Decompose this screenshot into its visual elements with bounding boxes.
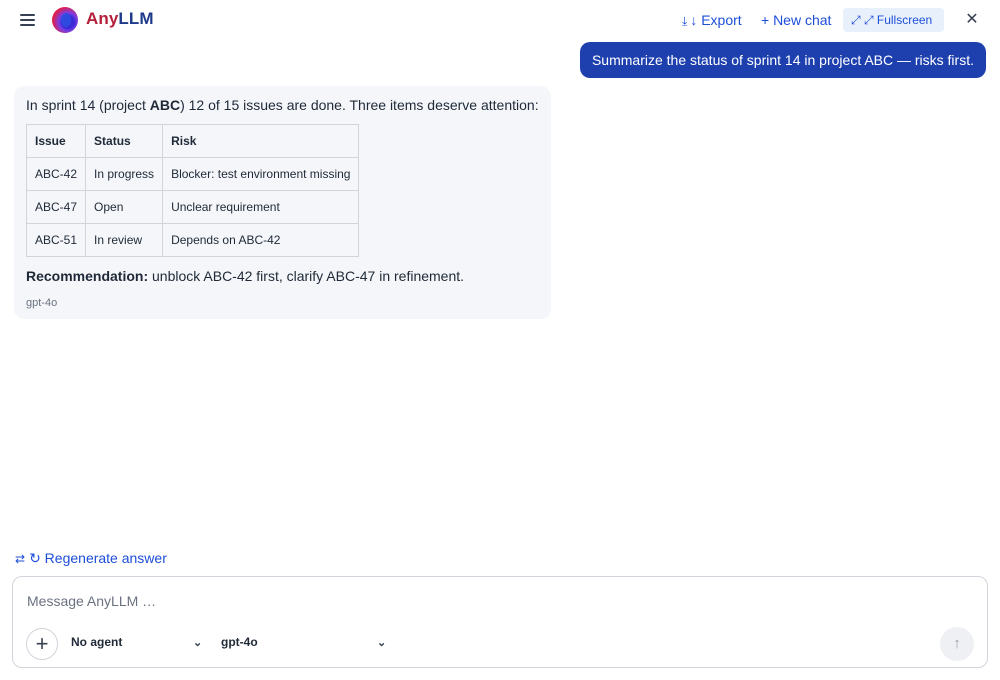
app-header: AnyLLM ⤓ ↓ Export + New chat ⤢ ⤢ Fullscre… <box>0 0 1000 40</box>
table-cell: ABC-42 <box>25 157 87 191</box>
recommendation-label: Recommendation: <box>26 268 149 284</box>
export-button[interactable]: ⤓ ↓ Export <box>682 12 742 29</box>
model-select-value: gpt-4o <box>221 635 258 649</box>
swap-icon: ⇄ <box>15 552 26 566</box>
fullscreen-label: ⤢ Fullscreen <box>863 13 933 27</box>
issues-table: Issue Status Risk ABC-42 In progress Blo… <box>25 124 360 257</box>
message-composer: + No agent ⌄ gpt-4o ⌄ ↑ <box>12 576 988 668</box>
table-cell: ABC-51 <box>25 223 87 257</box>
model-select[interactable]: gpt-4o ⌄ <box>221 635 393 653</box>
regenerate-button[interactable]: ⇄ ↻ Regenerate answer <box>15 550 167 567</box>
column-header-issue: Issue <box>25 124 87 158</box>
table-header-row: Issue Status Risk <box>25 124 360 158</box>
table-cell: Unclear requirement <box>162 190 360 224</box>
table-cell: ABC-47 <box>25 190 87 224</box>
download-icon: ⤓ <box>682 14 688 28</box>
table-row: ABC-51 In review Depends on ABC-42 <box>25 223 360 257</box>
message-input[interactable] <box>27 591 927 611</box>
expand-icon: ⤢ <box>851 13 864 27</box>
assistant-message: In sprint 14 (project ABC) 12 of 15 issu… <box>14 86 551 319</box>
agent-select[interactable]: No agent ⌄ <box>71 635 209 653</box>
menu-icon[interactable] <box>18 11 38 29</box>
table-cell: Depends on ABC-42 <box>162 223 360 257</box>
intro-project: ABC <box>149 97 181 113</box>
anyllm-logo <box>52 7 78 33</box>
brand-name: AnyLLM <box>86 9 154 29</box>
fullscreen-button[interactable]: ⤢ ⤢ Fullscreen <box>843 8 944 32</box>
regenerate-label: ↻ Regenerate answer <box>29 550 167 566</box>
table-cell: In progress <box>85 157 164 191</box>
intro-text: In sprint 14 (project <box>26 97 150 113</box>
export-label: ↓ Export <box>690 12 742 28</box>
user-message: Summarize the status of sprint 14 in pro… <box>579 42 986 78</box>
table-cell: Blocker: test environment missing <box>162 157 360 191</box>
table-row: ABC-42 In progress Blocker: test environ… <box>25 157 360 191</box>
recommendation: Recommendation: unblock ABC-42 first, cl… <box>26 268 464 284</box>
column-header-status: Status <box>85 124 164 158</box>
brand-prefix: Any <box>86 9 119 28</box>
close-icon[interactable]: ✕ <box>963 11 981 29</box>
table-row: ABC-47 Open Unclear requirement <box>25 190 360 224</box>
arrow-up-icon[interactable]: ↑ <box>940 627 974 661</box>
intro-text-end: ) 12 of 15 issues are done. Three items … <box>180 97 539 113</box>
assistant-intro: In sprint 14 (project ABC) 12 of 15 issu… <box>26 96 539 114</box>
table-cell: In review <box>85 223 164 257</box>
recommendation-text: unblock ABC-42 first, clarify ABC-47 in … <box>148 268 465 284</box>
new-chat-button[interactable]: + New chat <box>761 12 831 28</box>
brand-suffix: LLM <box>118 9 154 28</box>
chevron-down-icon: ⌄ <box>377 637 387 649</box>
plus-icon[interactable]: + <box>26 628 58 660</box>
agent-select-value: No agent <box>71 635 123 649</box>
table-cell: Open <box>85 190 164 224</box>
model-tag: gpt-4o <box>26 297 58 309</box>
column-header-risk: Risk <box>162 124 360 158</box>
new-chat-label: + New chat <box>761 12 832 28</box>
chevron-down-icon: ⌄ <box>193 637 203 649</box>
